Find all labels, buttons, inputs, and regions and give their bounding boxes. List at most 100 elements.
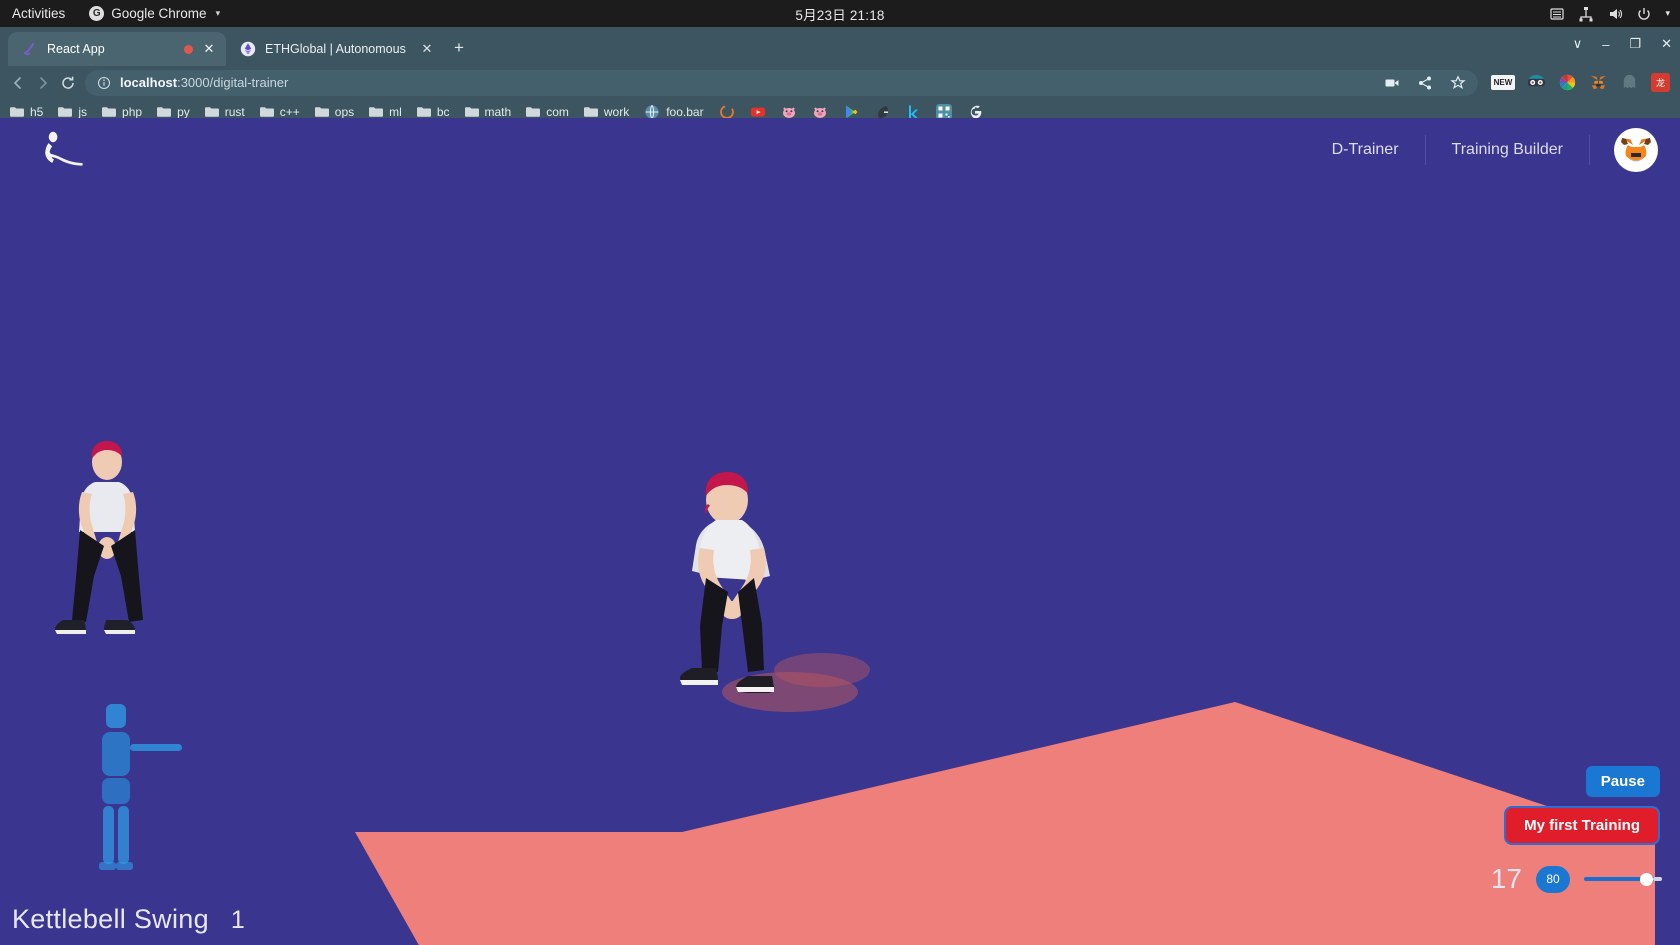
- clock[interactable]: 5月23日 21:18: [795, 4, 884, 24]
- tab-search-chevron-icon[interactable]: ∨: [1573, 36, 1583, 52]
- reload-icon[interactable]: [60, 75, 76, 91]
- bookmark-h5[interactable]: h5: [10, 105, 43, 119]
- timer-value: 17: [1490, 863, 1522, 894]
- bookmark-math[interactable]: math: [464, 104, 512, 119]
- site-info-icon[interactable]: [97, 76, 111, 90]
- bookmark-label: py: [177, 104, 190, 119]
- tab-react-app[interactable]: React App ✕: [8, 32, 226, 66]
- keyboard-icon: [1550, 7, 1565, 20]
- ghost-extension-icon[interactable]: [1620, 73, 1639, 92]
- nav-link-d-trainer[interactable]: D-Trainer: [1306, 135, 1425, 165]
- tab-recording-indicator: [184, 44, 193, 54]
- chrome-window: React App ✕ ETHGlobal | Autonomous ✕ + ∨…: [0, 27, 1680, 124]
- slider-thumb[interactable]: [1640, 872, 1653, 886]
- tab-ethglobal[interactable]: ETHGlobal | Autonomous ✕: [226, 32, 444, 66]
- new-tab-button[interactable]: +: [454, 38, 464, 58]
- tab-strip: React App ✕ ETHGlobal | Autonomous ✕ + ∨…: [0, 27, 1680, 66]
- folder-icon: [583, 106, 598, 117]
- exercise-rep-count: 1: [230, 906, 246, 934]
- reference-avatar-mini: [55, 441, 143, 634]
- folder-icon: [204, 106, 219, 117]
- speed-badge: 80: [1536, 865, 1570, 893]
- bookmark-label: math: [484, 104, 512, 119]
- metamask-fox-avatar[interactable]: [1614, 128, 1658, 172]
- bookmark-cpp[interactable]: c++: [259, 104, 300, 119]
- bookmark-ops[interactable]: ops: [314, 104, 355, 119]
- trainer-avatar-main: [680, 472, 870, 712]
- url-host: localhost: [120, 75, 178, 90]
- goggles-extension-icon[interactable]: [1527, 73, 1546, 92]
- floor-plane: [355, 702, 1655, 945]
- window-controls: ∨ – ❐ ✕: [1573, 36, 1672, 52]
- url-path: :3000/digital-trainer: [177, 75, 289, 90]
- app-header: D-Trainer Training Builder: [0, 118, 1680, 182]
- tab-close-icon[interactable]: ✕: [420, 41, 434, 57]
- tray-chevron-down-icon[interactable]: ▾: [1665, 8, 1670, 19]
- minimize-button[interactable]: –: [1602, 37, 1609, 52]
- folder-icon: [526, 106, 541, 117]
- training-name-button[interactable]: My first Training: [1504, 806, 1660, 845]
- bookmark-js[interactable]: js: [58, 105, 87, 119]
- folder-icon: [369, 106, 384, 117]
- bookmark-label: js: [78, 104, 88, 119]
- bookmark-label: bc: [436, 104, 450, 119]
- close-window-button[interactable]: ✕: [1661, 36, 1672, 52]
- bookmark-label: work: [603, 104, 630, 119]
- chevron-down-icon: ▾: [215, 8, 221, 18]
- 3d-training-scene[interactable]: Kettlebell Swing 1 Pause My first Traini…: [0, 182, 1680, 945]
- folder-icon: [102, 106, 117, 117]
- bookmark-label: ops: [334, 104, 355, 119]
- media-cast-icon[interactable]: [1384, 75, 1400, 91]
- forward-icon[interactable]: [35, 75, 51, 91]
- share-icon[interactable]: [1417, 75, 1433, 91]
- bookmark-bc[interactable]: bc: [416, 104, 450, 119]
- bookmark-label: rust: [224, 104, 245, 119]
- fox-icon: [1621, 138, 1651, 162]
- bookmark-py[interactable]: py: [157, 105, 190, 119]
- chrome-icon: G: [89, 6, 105, 21]
- tab-close-icon[interactable]: ✕: [202, 41, 216, 57]
- activities-button[interactable]: Activities: [0, 6, 79, 21]
- folder-icon: [314, 106, 329, 117]
- pose-skeleton-overlay: [99, 704, 182, 870]
- folder-icon: [10, 106, 24, 117]
- chinese-input-extension-icon[interactable]: 龙: [1651, 73, 1670, 92]
- color-wheel-extension-icon[interactable]: [1558, 73, 1577, 92]
- bookmark-rust[interactable]: rust: [204, 104, 245, 119]
- network-icon: [1579, 6, 1593, 21]
- app-menu-chrome[interactable]: G Google Chrome ▾: [89, 6, 220, 21]
- bookmark-label: c++: [279, 104, 300, 119]
- bookmark-com[interactable]: com: [526, 105, 569, 119]
- folder-icon: [157, 106, 172, 117]
- address-bar-text: localhost:3000/digital-trainer: [120, 75, 288, 90]
- address-bar[interactable]: localhost:3000/digital-trainer: [85, 69, 1478, 96]
- speed-slider[interactable]: [1584, 870, 1662, 888]
- yoga-pose-logo[interactable]: [34, 128, 86, 172]
- metamask-extension-icon[interactable]: [1589, 73, 1608, 92]
- bookmark-label: ml: [389, 104, 402, 119]
- exercise-label: Kettlebell Swing 1: [12, 904, 245, 935]
- bookmark-label: com: [546, 104, 569, 119]
- folder-icon: [464, 106, 479, 117]
- bookmark-ml[interactable]: ml: [369, 105, 402, 119]
- browser-toolbar: localhost:3000/digital-trainer NEW 龙: [0, 66, 1680, 99]
- extensions-row: NEW 龙: [1487, 73, 1670, 92]
- maximize-button[interactable]: ❐: [1629, 36, 1641, 52]
- app-menu-label: Google Chrome: [111, 6, 207, 21]
- tab-title: React App: [47, 42, 105, 56]
- omnibox-actions: [1384, 74, 1466, 91]
- back-icon[interactable]: [10, 75, 26, 91]
- exercise-name: Kettlebell Swing: [12, 904, 209, 934]
- folder-icon: [259, 106, 274, 117]
- nav-divider: [1589, 135, 1590, 165]
- main-nav: D-Trainer Training Builder: [1306, 128, 1664, 172]
- bookmark-work[interactable]: work: [583, 104, 630, 119]
- nav-link-training-builder[interactable]: Training Builder: [1426, 135, 1589, 165]
- pause-button[interactable]: Pause: [1585, 766, 1660, 797]
- bookmark-label: php: [122, 104, 143, 119]
- new-badge-extension[interactable]: NEW: [1491, 75, 1515, 90]
- system-tray[interactable]: ▾: [1549, 6, 1670, 22]
- slider-track-remaining: [1653, 877, 1662, 881]
- bookmark-php[interactable]: php: [102, 105, 142, 119]
- bookmark-star-icon[interactable]: [1450, 74, 1466, 91]
